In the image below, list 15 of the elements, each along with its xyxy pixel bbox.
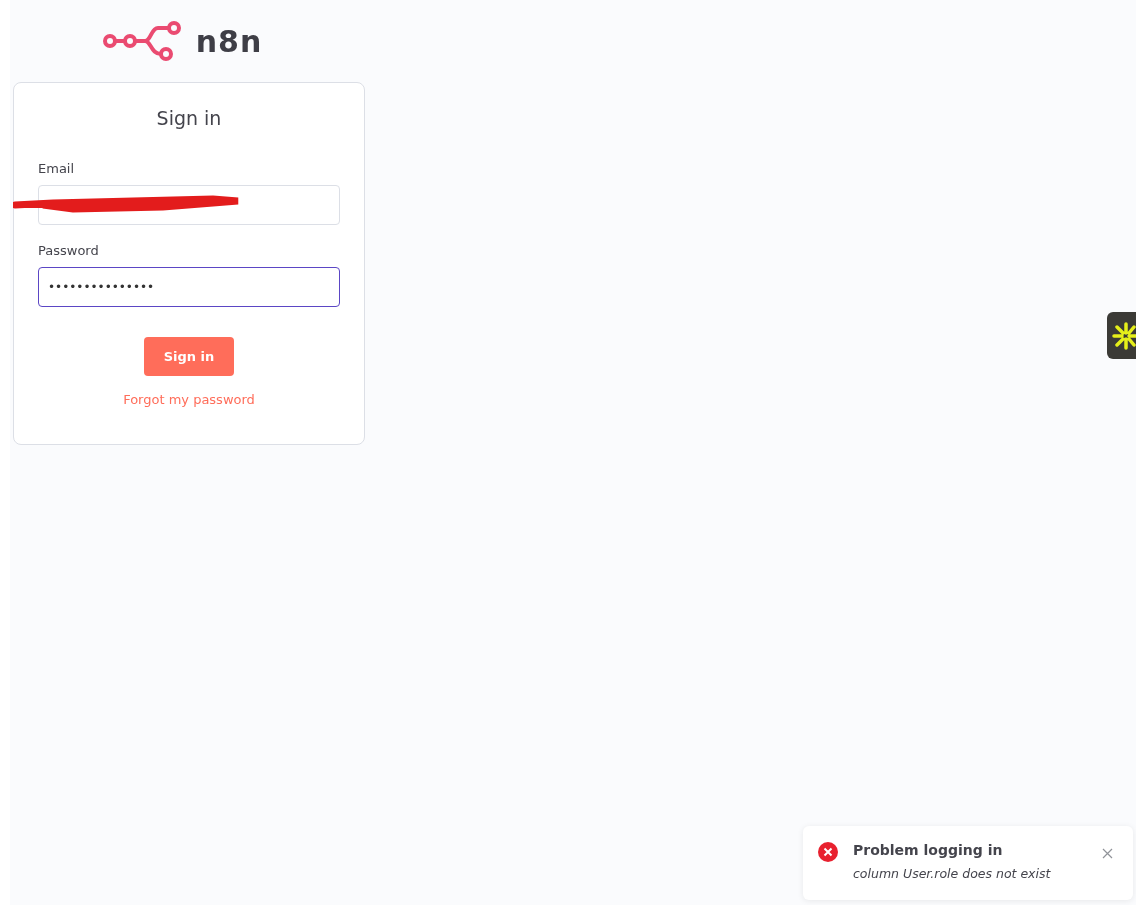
side-widget-button[interactable] (1107, 312, 1136, 359)
form-title: Sign in (155, 107, 223, 129)
toast-title: Problem logging in (853, 842, 1004, 858)
logo-icon (101, 20, 182, 62)
toast-message: column User.role does not exist (853, 866, 1052, 881)
forgot-password-link[interactable]: Forgot my password (123, 392, 255, 407)
logo-text: n8n (195, 23, 263, 59)
email-field[interactable] (38, 185, 340, 225)
field-label: Email (38, 161, 76, 176)
error-icon (818, 842, 838, 862)
close-icon[interactable] (1102, 848, 1113, 859)
asterisk-icon (1112, 320, 1136, 351)
password-field[interactable]: ••••••••••••••• (38, 267, 340, 307)
sign-in-button[interactable]: Sign in (143, 337, 235, 376)
field-label: Password (38, 243, 100, 258)
